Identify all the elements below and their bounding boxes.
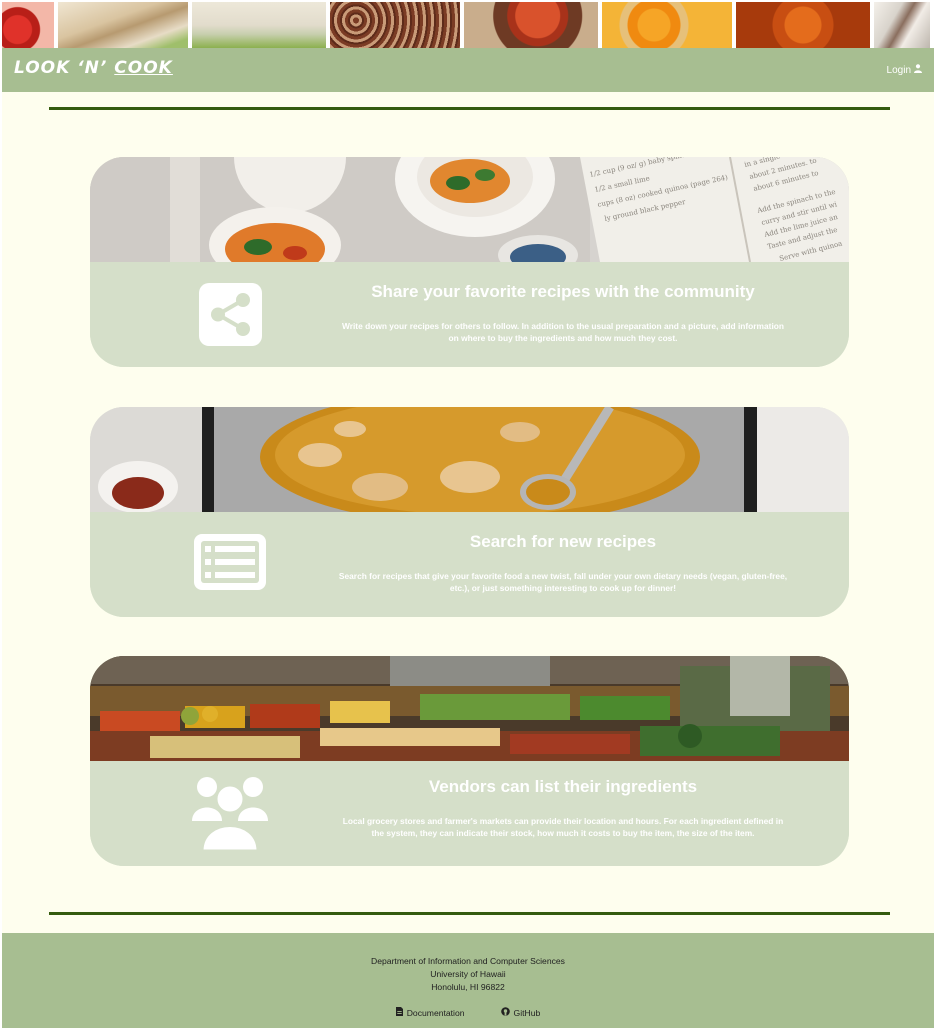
bottom-divider (49, 912, 890, 915)
share-banner-image: 1/2 cup (9 oz/ g) baby spinach 1/2 a sma… (90, 157, 849, 262)
share-card-description: Write down your recipes for others to fo… (341, 321, 785, 343)
file-icon (395, 1007, 403, 1018)
users-icon (190, 775, 270, 858)
site-logo[interactable]: LOOK ‘N’ COOK (14, 58, 173, 78)
user-icon (914, 64, 922, 76)
list-icon (192, 532, 268, 597)
photo-dumplings (58, 2, 188, 48)
login-label: Login (886, 64, 911, 76)
top-divider (49, 107, 890, 110)
footer-address: Department of Information and Computer S… (2, 955, 934, 994)
github-link[interactable]: GitHub (500, 1007, 541, 1018)
github-label: GitHub (513, 1007, 541, 1018)
photo-cutlery (874, 2, 930, 48)
documentation-label: Documentation (406, 1007, 465, 1018)
feature-card-share: 1/2 cup (9 oz/ g) baby spinach 1/2 a sma… (90, 157, 849, 367)
page: LOOK ‘N’ COOK Login 1/2 cup (9 oz/ g) ba… (2, 2, 934, 1028)
photo-soup (736, 2, 870, 48)
vendors-card-title: Vendors can list their ingredients (428, 777, 698, 796)
share-card-body: Share your favorite recipes with the com… (90, 262, 849, 367)
vendors-card-body: Vendors can list their ingredients Local… (90, 761, 849, 866)
footer-links: Documentation GitHub (2, 1007, 934, 1018)
header-photo-strip (2, 2, 934, 48)
photo-granola (330, 2, 460, 48)
logo-text-cook: COOK (114, 58, 173, 78)
photo-apples (464, 2, 598, 48)
search-banner-image (90, 407, 849, 512)
vendors-card-description: Local grocery stores and farmer's market… (342, 816, 784, 838)
footer-city: Honolulu, HI 96822 (431, 982, 505, 992)
feature-card-vendors: Vendors can list their ingredients Local… (90, 656, 849, 866)
photo-strawberries (2, 2, 54, 48)
login-link[interactable]: Login (887, 64, 922, 76)
footer-department: Department of Information and Computer S… (371, 956, 565, 966)
footer: Department of Information and Computer S… (2, 933, 934, 1028)
vendors-banner-image (90, 656, 849, 761)
logo-text-look: LOOK ‘N’ (14, 58, 115, 78)
search-card-title: Search for new recipes (469, 532, 657, 551)
footer-university: University of Hawaii (430, 969, 506, 979)
share-icon (198, 282, 263, 352)
share-card-title: Share your favorite recipes with the com… (371, 282, 755, 301)
documentation-link[interactable]: Documentation (395, 1007, 465, 1018)
github-icon (500, 1007, 510, 1018)
search-card-description: Search for recipes that give your favori… (338, 571, 788, 593)
feature-card-search: Search for new recipes Search for recipe… (90, 407, 849, 617)
photo-peaches (602, 2, 732, 48)
search-card-body: Search for new recipes Search for recipe… (90, 512, 849, 617)
navbar: LOOK ‘N’ COOK Login (2, 48, 934, 92)
photo-salad (192, 2, 326, 48)
